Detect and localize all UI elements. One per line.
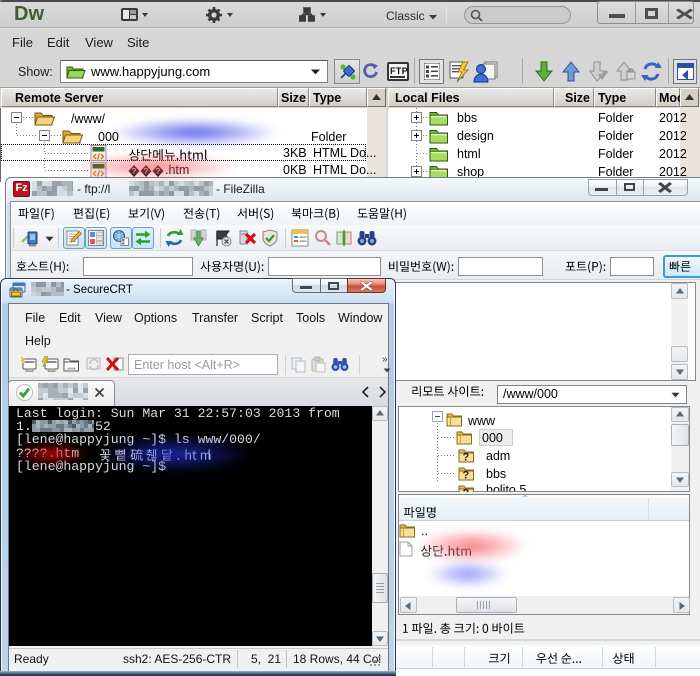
svg-text:?: ?	[463, 470, 470, 482]
svg-text:?: ?	[463, 452, 470, 464]
svg-text:?: ?	[463, 488, 470, 493]
